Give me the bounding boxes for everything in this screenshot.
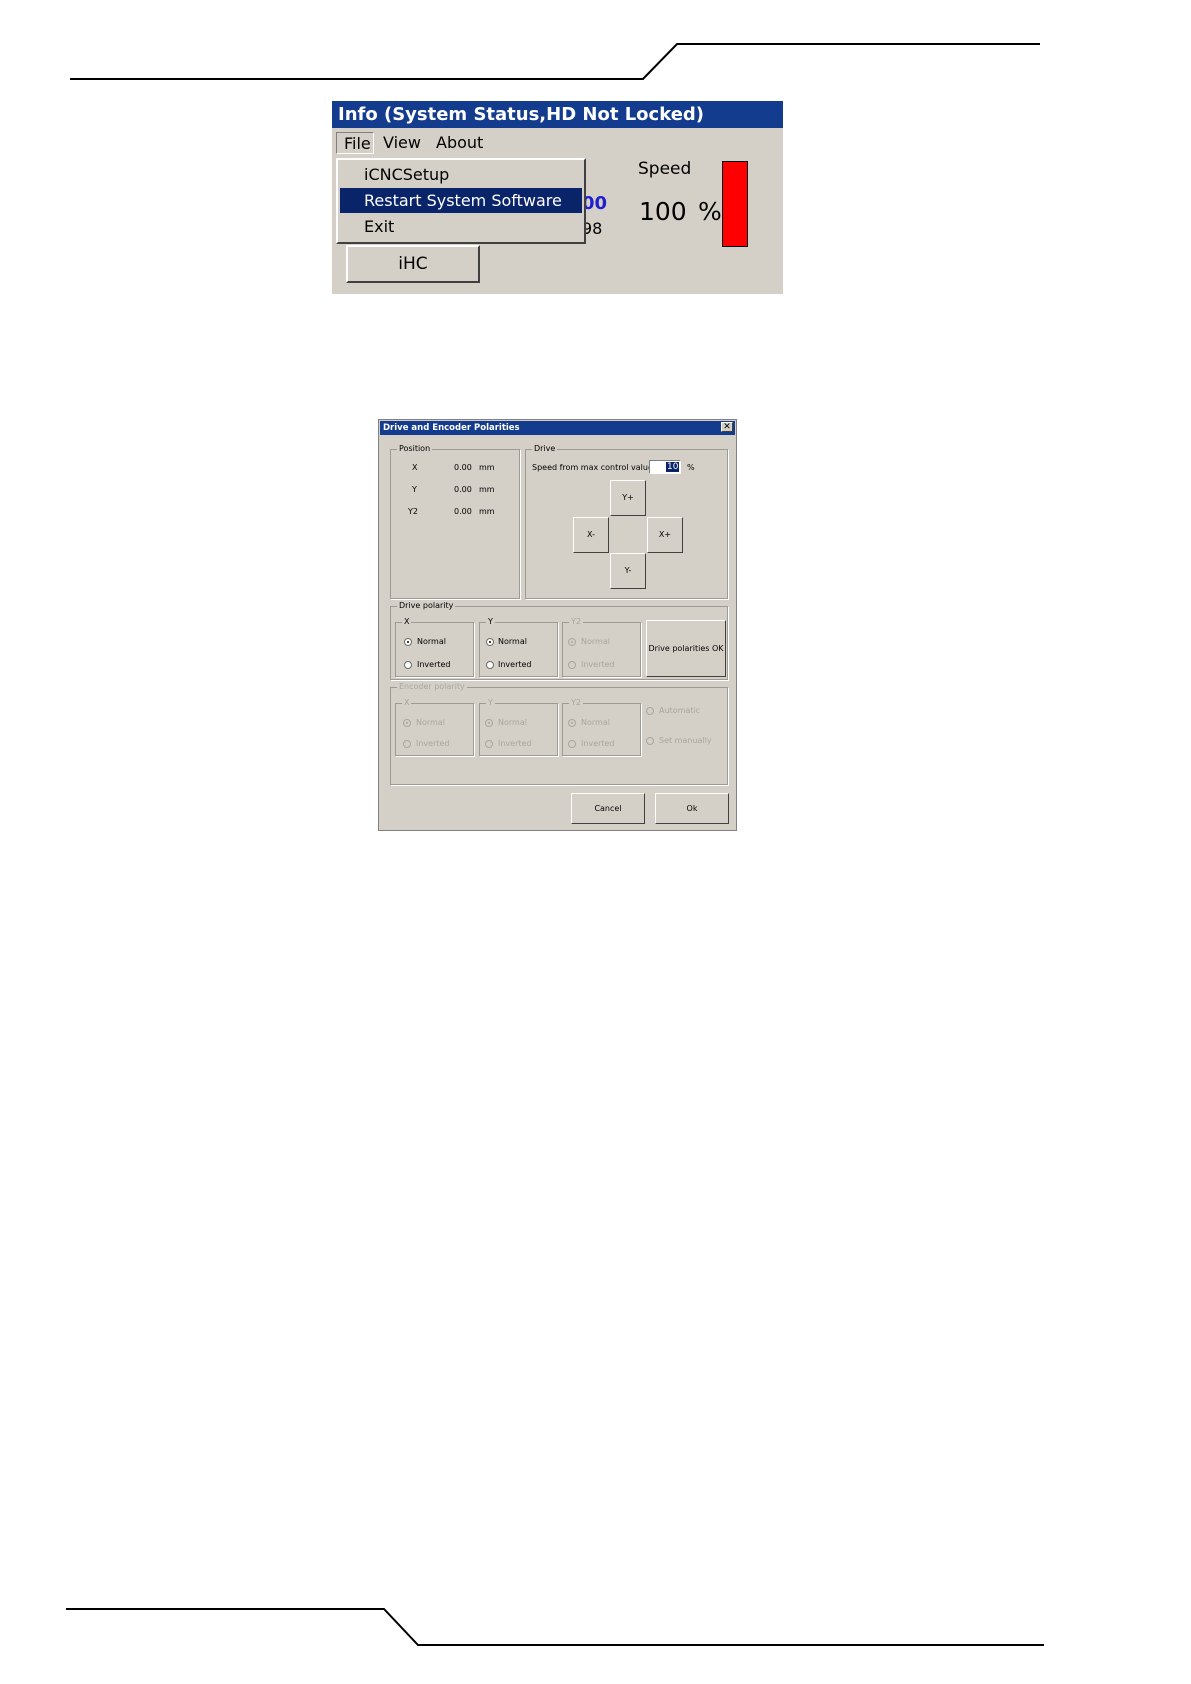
drive-group-label: Drive — [532, 444, 558, 454]
menu-item-restart-system-software[interactable]: Restart System Software — [340, 188, 582, 213]
drive-polarity-label: Drive polarity — [397, 601, 456, 611]
cancel-button[interactable]: Cancel — [571, 793, 645, 824]
encoder-polarity-y-group: Y Normal Inverted — [479, 698, 558, 756]
encoder-polarity-x-group: X Normal Inverted — [395, 698, 474, 756]
encoder-polarity-y2-label: Y2 — [569, 698, 583, 708]
menu-file[interactable]: File — [336, 132, 374, 154]
jog-y-plus-button[interactable]: Y+ — [610, 480, 646, 516]
encoder-polarity-label: Encoder polarity — [397, 682, 467, 692]
drive-y2-inverted-label: Inverted — [581, 660, 615, 669]
drive-y2-normal-label: Normal — [581, 637, 610, 646]
position-value-y2: 0.00 — [454, 507, 472, 516]
speed-value: 100 — [639, 197, 687, 226]
drive-group: Drive Speed from max control value 10 % … — [525, 444, 728, 599]
ihc-button[interactable]: iHC — [346, 245, 480, 283]
encoder-y2-inverted-radio[interactable] — [568, 740, 576, 748]
encoder-y2-inverted-label: Inverted — [581, 739, 615, 748]
encoder-y-normal-label: Normal — [498, 718, 527, 727]
speed-bar-fill — [723, 162, 747, 246]
encoder-polarity-group: Encoder polarity X Normal Inverted Y Nor… — [390, 682, 728, 785]
position-value-y: 0.00 — [454, 485, 472, 494]
encoder-y-normal-radio[interactable] — [485, 719, 493, 727]
jog-x-minus-button[interactable]: X- — [573, 517, 609, 553]
drive-polarity-y2-label: Y2 — [569, 617, 583, 627]
ok-button[interactable]: Ok — [655, 793, 729, 824]
header-line — [70, 43, 1040, 80]
drive-polarity-y-group: Y Normal Inverted — [479, 617, 558, 677]
info-window-title: Info (System Status,HD Not Locked) — [332, 101, 783, 128]
speed-label: Speed — [638, 159, 692, 179]
speed-from-max-input[interactable]: 10 — [649, 460, 681, 474]
position-axis-x: X — [412, 463, 418, 472]
polarities-dialog: Drive and Encoder Polarities ✕ Position … — [378, 419, 737, 831]
speed-unit: % — [698, 197, 722, 226]
drive-y-inverted-label: Inverted — [498, 660, 532, 669]
speed-from-max-unit: % — [687, 463, 695, 472]
drive-x-normal-label: Normal — [417, 637, 446, 646]
drive-polarity-x-group: X Normal Inverted — [395, 617, 474, 677]
info-window: Info (System Status,HD Not Locked) File … — [332, 101, 783, 294]
position-value-x: 0.00 — [454, 463, 472, 472]
encoder-set-manually-radio[interactable] — [646, 737, 654, 745]
encoder-polarity-y-label: Y — [486, 698, 495, 708]
drive-y2-inverted-radio[interactable] — [568, 661, 576, 669]
drive-polarity-x-label: X — [402, 617, 412, 627]
encoder-x-normal-label: Normal — [416, 718, 445, 727]
drive-y-inverted-radio[interactable] — [486, 661, 494, 669]
jog-y-minus-button[interactable]: Y- — [610, 553, 646, 589]
position-unit-y2: mm — [479, 507, 495, 516]
dialog-title: Drive and Encoder Polarities — [380, 421, 735, 435]
drive-polarity-y2-group: Y2 Normal Inverted — [562, 617, 641, 677]
drive-x-inverted-radio[interactable] — [404, 661, 412, 669]
encoder-automatic-radio[interactable] — [646, 707, 654, 715]
menu-item-icncsetup[interactable]: iCNCSetup — [340, 162, 582, 187]
encoder-x-inverted-radio[interactable] — [403, 740, 411, 748]
position-group-label: Position — [397, 444, 433, 454]
drive-polarities-ok-button[interactable]: Drive polarities OK — [646, 620, 726, 677]
encoder-automatic-label: Automatic — [659, 706, 701, 715]
drive-y2-normal-radio[interactable] — [568, 638, 576, 646]
position-unit-y: mm — [479, 485, 495, 494]
drive-x-inverted-label: Inverted — [417, 660, 451, 669]
encoder-x-inverted-label: Inverted — [416, 739, 450, 748]
menu-about[interactable]: About — [430, 132, 489, 154]
position-unit-x: mm — [479, 463, 495, 472]
close-icon[interactable]: ✕ — [721, 422, 733, 432]
speed-from-max-value: 10 — [666, 462, 680, 472]
speed-bar — [722, 161, 748, 247]
jog-x-plus-button[interactable]: X+ — [647, 517, 683, 553]
file-dropdown-menu: iCNCSetup Restart System Software Exit — [336, 158, 586, 244]
encoder-y-inverted-label: Inverted — [498, 739, 532, 748]
encoder-polarity-x-label: X — [402, 698, 412, 708]
menu-item-exit[interactable]: Exit — [340, 214, 582, 239]
speed-from-max-label: Speed from max control value — [532, 463, 653, 472]
drive-polarity-group: Drive polarity X Normal Inverted Y Norma… — [390, 601, 728, 680]
footer-line — [66, 1608, 1044, 1646]
drive-x-normal-radio[interactable] — [404, 638, 412, 646]
encoder-y2-normal-radio[interactable] — [568, 719, 576, 727]
drive-y-normal-label: Normal — [498, 637, 527, 646]
position-axis-y: Y — [412, 485, 417, 494]
position-axis-y2: Y2 — [408, 507, 418, 516]
drive-y-normal-radio[interactable] — [486, 638, 494, 646]
encoder-y2-normal-label: Normal — [581, 718, 610, 727]
encoder-x-normal-radio[interactable] — [403, 719, 411, 727]
encoder-y-inverted-radio[interactable] — [485, 740, 493, 748]
encoder-set-manually-label: Set manually — [659, 736, 712, 745]
position-group: Position X 0.00 mm Y 0.00 mm Y2 0.00 mm — [390, 444, 520, 599]
drive-polarity-y-label: Y — [486, 617, 495, 627]
menu-bar: File View About — [332, 130, 783, 156]
menu-view[interactable]: View — [377, 132, 427, 154]
encoder-polarity-y2-group: Y2 Normal Inverted — [562, 698, 641, 756]
